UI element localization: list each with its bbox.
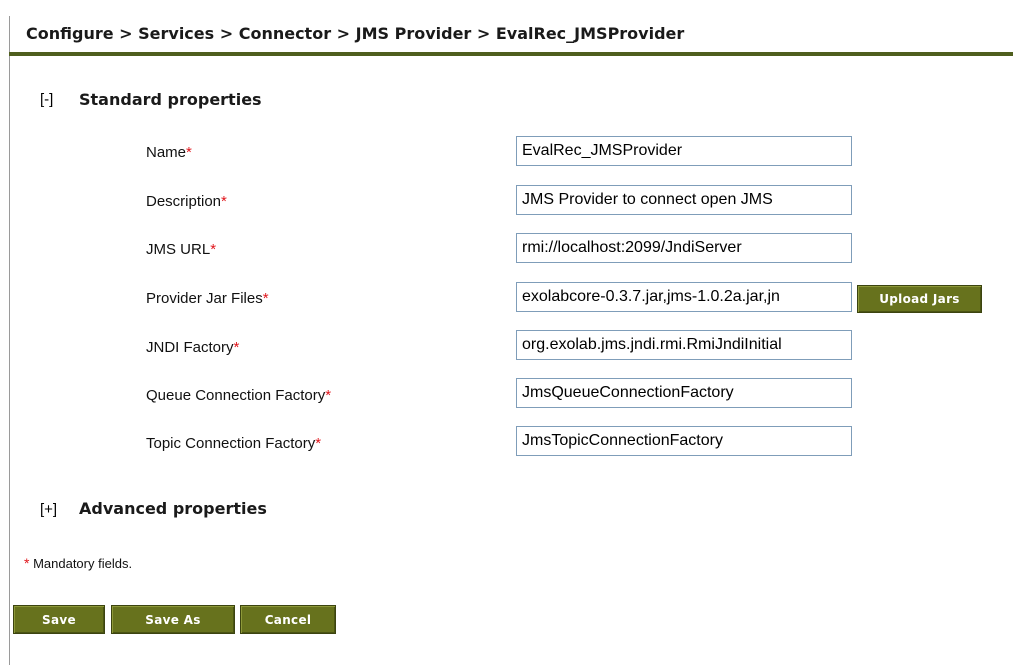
mandatory-fields-note: * Mandatory fields. — [24, 555, 132, 571]
provider-jar-files-label: Provider Jar Files* — [146, 290, 269, 307]
provider-jar-files-field[interactable]: exolabcore-0.3.7.jar,jms-1.0.2a.jar,jn — [516, 282, 852, 312]
standard-properties-heading: Standard properties — [79, 90, 262, 109]
required-marker: * — [186, 144, 192, 161]
advanced-properties-expand-toggle[interactable]: [+] — [40, 501, 57, 518]
save-as-button[interactable]: Save As — [111, 605, 235, 634]
required-marker: * — [210, 241, 217, 258]
queue-connection-factory-label-text: Queue Connection Factory — [146, 387, 326, 404]
mandatory-fields-text: Mandatory fields. — [29, 556, 133, 571]
breadcrumb: Configure > Services > Connector > JMS P… — [26, 24, 685, 43]
topic-connection-factory-label: Topic Connection Factory* — [146, 435, 321, 452]
save-button[interactable]: Save — [13, 605, 105, 634]
provider-jar-files-label-text: Provider Jar Files — [146, 290, 263, 307]
advanced-properties-heading: Advanced properties — [79, 499, 267, 518]
required-marker: * — [221, 193, 227, 210]
topic-connection-factory-field[interactable]: JmsTopicConnectionFactory — [516, 426, 852, 456]
jndi-factory-label: JNDI Factory* — [146, 339, 239, 356]
jndi-factory-label-text: JNDI Factory — [146, 339, 234, 356]
description-field[interactable]: JMS Provider to connect open JMS — [516, 185, 852, 215]
required-marker: * — [315, 435, 322, 452]
queue-connection-factory-label: Queue Connection Factory* — [146, 387, 331, 404]
required-marker: * — [262, 290, 269, 307]
topic-connection-factory-label-text: Topic Connection Factory — [146, 435, 316, 452]
name-label-text: Name — [146, 144, 187, 161]
required-marker: * — [325, 387, 332, 404]
required-marker: * — [233, 339, 240, 356]
jndi-factory-field[interactable]: org.exolab.jms.jndi.rmi.RmiJndiInitial — [516, 330, 852, 360]
name-field[interactable]: EvalRec_JMSProvider — [516, 136, 852, 166]
jms-url-field[interactable]: rmi://localhost:2099/JndiServer — [516, 233, 852, 263]
queue-connection-factory-field[interactable]: JmsQueueConnectionFactory — [516, 378, 852, 408]
name-label: Name* — [146, 144, 192, 161]
jms-url-label: JMS URL* — [146, 241, 216, 258]
jms-url-label-text: JMS URL — [146, 241, 211, 258]
cancel-button[interactable]: Cancel — [240, 605, 336, 634]
description-label: Description* — [146, 193, 227, 210]
description-label-text: Description — [146, 193, 222, 210]
upload-jars-button[interactable]: Upload Jars — [857, 285, 982, 313]
standard-properties-collapse-toggle[interactable]: [-] — [40, 91, 53, 108]
